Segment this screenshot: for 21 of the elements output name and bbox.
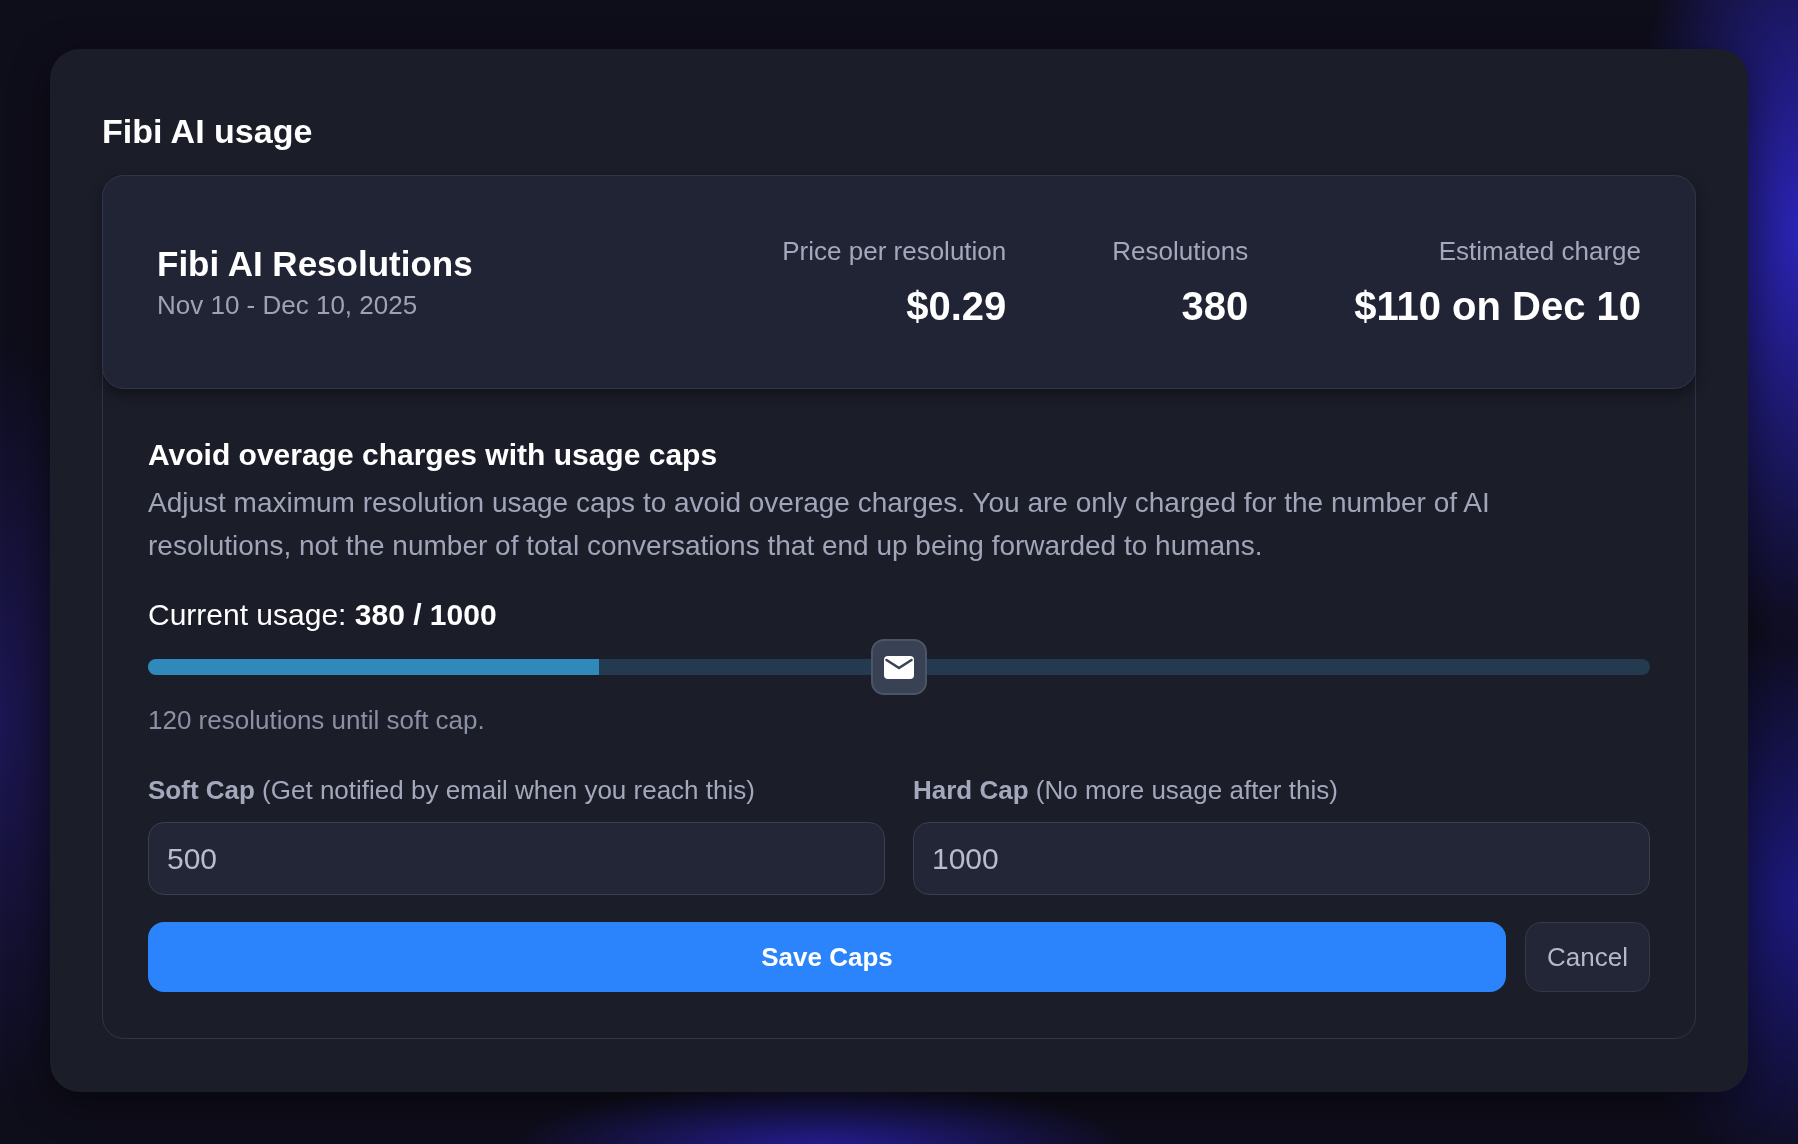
dialog-title: Fibi AI usage [102, 111, 314, 151]
soft-cap-handle[interactable] [871, 639, 927, 695]
save-button[interactable]: Save Caps [148, 922, 1506, 992]
stat-label: Estimated charge [1438, 234, 1641, 267]
envelope-icon [884, 655, 914, 679]
field-label: Soft Cap (Get notified by email when you reach this) [148, 774, 755, 806]
summary-title: Fibi AI Resolutions [157, 243, 473, 285]
stat-value: $110 on Dec 10 [1354, 282, 1641, 330]
usage-hint: 120 resolutions until soft cap. [148, 704, 485, 736]
stat-value: 380 [1181, 282, 1249, 330]
stat-label: Resolutions [1112, 234, 1249, 267]
billing-period: Nov 10 - Dec 10, 2025 [157, 289, 418, 321]
stat-label: Price per resolution [782, 234, 1007, 267]
cap-input-field[interactable]: 500 [148, 822, 885, 895]
section-heading: Avoid overage charges with usage caps [148, 437, 718, 473]
cap-input-field[interactable]: 1000 [913, 822, 1650, 895]
usage-label: Current usage: 380 / 1000 [148, 597, 497, 633]
cancel-button[interactable]: Cancel [1525, 922, 1650, 992]
section-description: Adjust maximum resolution usage caps to avoid overage charges. You are only charged for the number of AI resolutions, not the number of total conversations that end up being forwarded to humans. [148, 486, 1491, 563]
field-label: Hard Cap (No more usage after this) [913, 774, 1338, 806]
stat-value: $0.29 [906, 282, 1007, 330]
